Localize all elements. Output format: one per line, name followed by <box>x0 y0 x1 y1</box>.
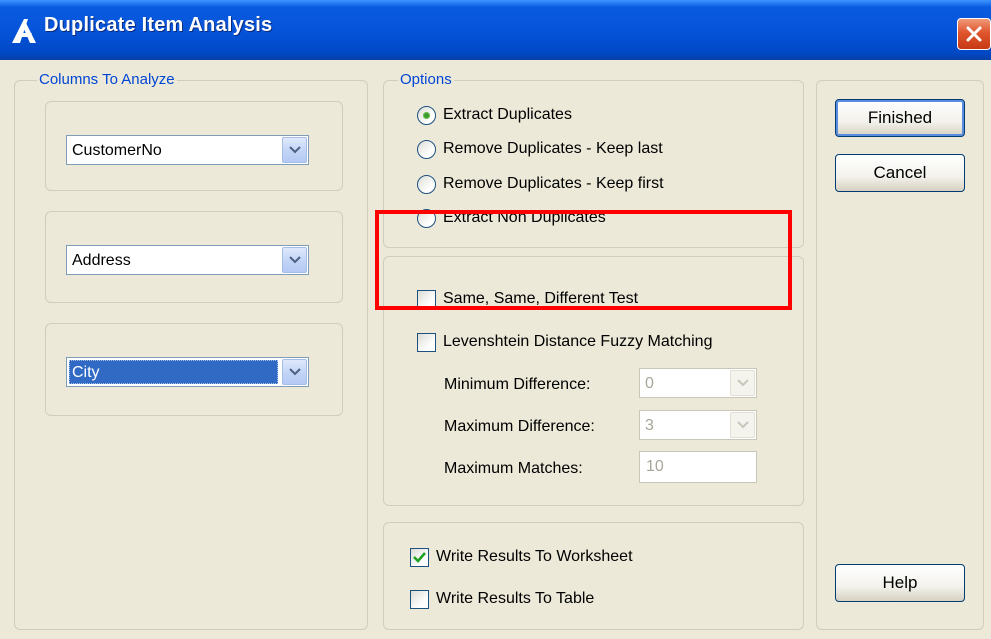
dropdown-button[interactable] <box>730 412 755 438</box>
columns-group: Columns To Analyze CustomerNo Address Ci… <box>14 71 368 630</box>
close-icon <box>966 26 982 42</box>
options-group-label: Options <box>398 71 454 89</box>
column-slot-3: City <box>45 323 343 416</box>
radio-button[interactable] <box>417 174 436 194</box>
min-difference-select[interactable]: 0 <box>639 368 757 398</box>
column-select-1[interactable]: CustomerNo <box>66 135 309 165</box>
max-difference-select[interactable]: 3 <box>639 410 757 440</box>
column-select-value: Address <box>72 252 131 269</box>
finished-button[interactable]: Finished <box>835 99 965 137</box>
min-difference-label: Minimum Difference: <box>444 376 591 393</box>
dropdown-button[interactable] <box>730 370 755 396</box>
max-matches-input[interactable]: 10 <box>639 451 757 483</box>
button-panel: Finished Cancel Help <box>816 80 984 630</box>
check-levenshtein-fuzzy[interactable]: Levenshtein Distance Fuzzy Matching <box>417 330 712 354</box>
radio-label: Remove Duplicates - Keep first <box>443 175 664 192</box>
window-title: Duplicate Item Analysis <box>44 14 273 36</box>
radio-extract-duplicates[interactable]: Extract Duplicates <box>417 103 572 127</box>
chevron-down-icon <box>736 379 749 387</box>
cancel-button[interactable]: Cancel <box>835 154 965 192</box>
checkbox-label: Write Results To Worksheet <box>436 548 633 565</box>
checkbox[interactable] <box>417 332 436 352</box>
dialog-body: Columns To Analyze CustomerNo Address Ci… <box>0 60 991 639</box>
column-select-value: City <box>72 364 100 381</box>
max-matches-label: Maximum Matches: <box>444 460 583 477</box>
output-group: Write Results To Worksheet Write Results… <box>383 522 804 630</box>
close-button[interactable] <box>957 18 991 50</box>
radio-remove-keep-last[interactable]: Remove Duplicates - Keep last <box>417 137 663 161</box>
annotation-highlight <box>375 210 792 310</box>
column-select-3[interactable]: City <box>66 357 309 387</box>
checkbox-label: Levenshtein Distance Fuzzy Matching <box>443 333 713 350</box>
columns-group-label: Columns To Analyze <box>37 71 177 89</box>
dropdown-button[interactable] <box>282 247 307 273</box>
chevron-down-icon <box>288 146 301 154</box>
column-select-value: CustomerNo <box>72 142 162 159</box>
radio-button[interactable] <box>417 105 436 125</box>
dropdown-button[interactable] <box>282 359 307 385</box>
max-matches-value: 10 <box>646 458 664 475</box>
max-difference-value: 3 <box>645 417 654 434</box>
chevron-down-icon <box>288 256 301 264</box>
max-difference-label: Maximum Difference: <box>444 418 595 435</box>
radio-remove-keep-first[interactable]: Remove Duplicates - Keep first <box>417 172 664 196</box>
check-write-table[interactable]: Write Results To Table <box>410 587 594 611</box>
checkbox[interactable] <box>410 589 429 609</box>
checkbox-label: Write Results To Table <box>436 590 595 607</box>
chevron-down-icon <box>736 421 749 429</box>
title-bar[interactable]: Duplicate Item Analysis <box>0 0 991 60</box>
min-difference-value: 0 <box>645 375 654 392</box>
chevron-down-icon <box>288 368 301 376</box>
column-slot-2: Address <box>45 211 343 303</box>
checkbox[interactable] <box>410 547 429 567</box>
check-write-worksheet[interactable]: Write Results To Worksheet <box>410 545 633 569</box>
radio-label: Remove Duplicates - Keep last <box>443 140 663 157</box>
radio-button[interactable] <box>417 139 436 159</box>
selection-highlight <box>69 360 278 384</box>
column-slot-1: CustomerNo <box>45 101 343 191</box>
column-select-2[interactable]: Address <box>66 245 309 275</box>
analysis-logo-icon <box>12 19 36 43</box>
help-button[interactable]: Help <box>835 564 965 602</box>
dropdown-button[interactable] <box>282 137 307 163</box>
checkmark-icon <box>413 551 426 563</box>
radio-label: Extract Duplicates <box>443 106 572 123</box>
